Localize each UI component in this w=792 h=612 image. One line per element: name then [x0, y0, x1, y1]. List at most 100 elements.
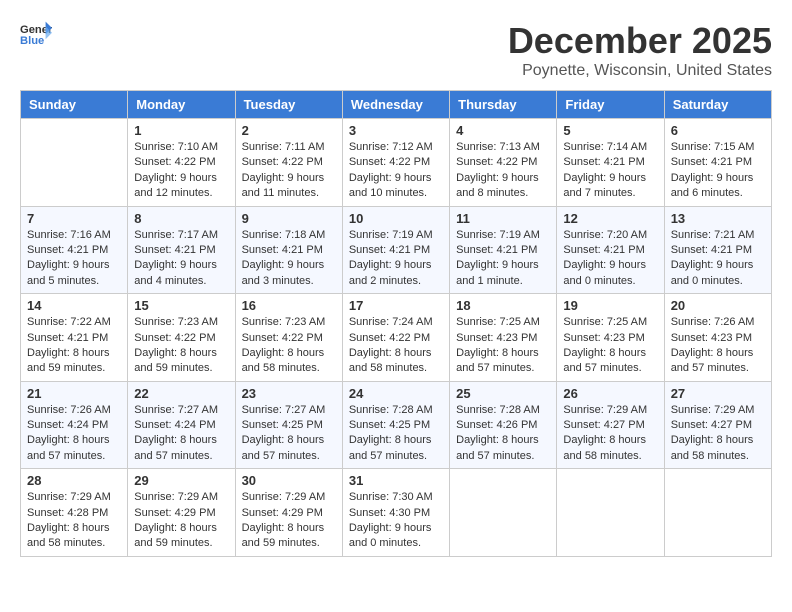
- cell-text: and 57 minutes.: [671, 361, 765, 376]
- cell-text: and 58 minutes.: [242, 361, 336, 376]
- calendar-cell: 21Sunrise: 7:26 AMSunset: 4:24 PMDayligh…: [21, 381, 128, 469]
- cell-text: and 59 minutes.: [134, 536, 228, 551]
- cell-text: and 11 minutes.: [242, 186, 336, 201]
- day-number: 2: [242, 123, 336, 138]
- calendar-cell: [664, 469, 771, 557]
- day-number: 6: [671, 123, 765, 138]
- day-number: 13: [671, 211, 765, 226]
- calendar-cell: 25Sunrise: 7:28 AMSunset: 4:26 PMDayligh…: [450, 381, 557, 469]
- day-number: 22: [134, 386, 228, 401]
- cell-text: Sunrise: 7:19 AM: [349, 228, 443, 243]
- cell-text: Sunset: 4:29 PM: [242, 506, 336, 521]
- cell-text: and 0 minutes.: [349, 536, 443, 551]
- day-number: 1: [134, 123, 228, 138]
- day-of-week-header: Sunday: [21, 91, 128, 119]
- cell-text: Daylight: 9 hours: [563, 171, 657, 186]
- day-number: 11: [456, 211, 550, 226]
- cell-text: Sunset: 4:22 PM: [349, 331, 443, 346]
- day-number: 27: [671, 386, 765, 401]
- cell-text: Sunset: 4:26 PM: [456, 418, 550, 433]
- cell-text: and 5 minutes.: [27, 274, 121, 289]
- day-number: 14: [27, 298, 121, 313]
- cell-text: Daylight: 9 hours: [242, 171, 336, 186]
- cell-text: and 58 minutes.: [671, 449, 765, 464]
- cell-text: Daylight: 9 hours: [349, 258, 443, 273]
- cell-text: and 6 minutes.: [671, 186, 765, 201]
- calendar-cell: 4Sunrise: 7:13 AMSunset: 4:22 PMDaylight…: [450, 119, 557, 207]
- cell-text: Daylight: 8 hours: [563, 433, 657, 448]
- cell-text: Daylight: 8 hours: [134, 433, 228, 448]
- cell-text: Sunrise: 7:15 AM: [671, 140, 765, 155]
- cell-text: Daylight: 8 hours: [242, 433, 336, 448]
- cell-text: Sunrise: 7:11 AM: [242, 140, 336, 155]
- cell-text: Sunrise: 7:29 AM: [27, 490, 121, 505]
- calendar-week-row: 28Sunrise: 7:29 AMSunset: 4:28 PMDayligh…: [21, 469, 772, 557]
- day-of-week-header: Tuesday: [235, 91, 342, 119]
- cell-text: Sunset: 4:30 PM: [349, 506, 443, 521]
- cell-text: Sunrise: 7:13 AM: [456, 140, 550, 155]
- cell-text: Sunset: 4:23 PM: [563, 331, 657, 346]
- calendar-cell: 30Sunrise: 7:29 AMSunset: 4:29 PMDayligh…: [235, 469, 342, 557]
- day-number: 25: [456, 386, 550, 401]
- cell-text: Sunrise: 7:23 AM: [242, 315, 336, 330]
- calendar-cell: 17Sunrise: 7:24 AMSunset: 4:22 PMDayligh…: [342, 294, 449, 382]
- cell-text: Sunset: 4:21 PM: [671, 243, 765, 258]
- cell-text: Sunrise: 7:12 AM: [349, 140, 443, 155]
- cell-text: and 1 minute.: [456, 274, 550, 289]
- cell-text: Daylight: 9 hours: [27, 258, 121, 273]
- calendar-cell: 19Sunrise: 7:25 AMSunset: 4:23 PMDayligh…: [557, 294, 664, 382]
- calendar-cell: 8Sunrise: 7:17 AMSunset: 4:21 PMDaylight…: [128, 206, 235, 294]
- cell-text: Daylight: 9 hours: [671, 258, 765, 273]
- cell-text: Sunrise: 7:27 AM: [242, 403, 336, 418]
- cell-text: Sunset: 4:21 PM: [349, 243, 443, 258]
- cell-text: Sunrise: 7:24 AM: [349, 315, 443, 330]
- calendar-cell: 29Sunrise: 7:29 AMSunset: 4:29 PMDayligh…: [128, 469, 235, 557]
- calendar-cell: 14Sunrise: 7:22 AMSunset: 4:21 PMDayligh…: [21, 294, 128, 382]
- title-area: December 2025 Poynette, Wisconsin, Unite…: [508, 20, 772, 80]
- calendar-table: SundayMondayTuesdayWednesdayThursdayFrid…: [20, 90, 772, 557]
- cell-text: Sunset: 4:25 PM: [242, 418, 336, 433]
- calendar-header-row: SundayMondayTuesdayWednesdayThursdayFrid…: [21, 91, 772, 119]
- cell-text: Sunrise: 7:23 AM: [134, 315, 228, 330]
- cell-text: Sunrise: 7:27 AM: [134, 403, 228, 418]
- cell-text: and 10 minutes.: [349, 186, 443, 201]
- cell-text: and 59 minutes.: [242, 536, 336, 551]
- cell-text: Daylight: 8 hours: [671, 433, 765, 448]
- day-number: 15: [134, 298, 228, 313]
- cell-text: and 7 minutes.: [563, 186, 657, 201]
- cell-text: Sunrise: 7:28 AM: [349, 403, 443, 418]
- cell-text: Sunrise: 7:19 AM: [456, 228, 550, 243]
- cell-text: Sunrise: 7:21 AM: [671, 228, 765, 243]
- cell-text: and 57 minutes.: [27, 449, 121, 464]
- calendar-cell: 31Sunrise: 7:30 AMSunset: 4:30 PMDayligh…: [342, 469, 449, 557]
- day-number: 24: [349, 386, 443, 401]
- calendar-week-row: 14Sunrise: 7:22 AMSunset: 4:21 PMDayligh…: [21, 294, 772, 382]
- calendar-cell: [557, 469, 664, 557]
- cell-text: and 58 minutes.: [27, 536, 121, 551]
- calendar-cell: [21, 119, 128, 207]
- cell-text: Daylight: 8 hours: [27, 521, 121, 536]
- cell-text: Sunset: 4:21 PM: [27, 331, 121, 346]
- cell-text: Daylight: 9 hours: [456, 258, 550, 273]
- day-of-week-header: Wednesday: [342, 91, 449, 119]
- cell-text: Sunset: 4:21 PM: [456, 243, 550, 258]
- cell-text: Sunrise: 7:29 AM: [134, 490, 228, 505]
- logo: General Blue: [20, 20, 52, 48]
- cell-text: and 59 minutes.: [134, 361, 228, 376]
- day-number: 17: [349, 298, 443, 313]
- day-of-week-header: Thursday: [450, 91, 557, 119]
- calendar-cell: 18Sunrise: 7:25 AMSunset: 4:23 PMDayligh…: [450, 294, 557, 382]
- cell-text: Sunrise: 7:26 AM: [671, 315, 765, 330]
- cell-text: Daylight: 9 hours: [134, 171, 228, 186]
- cell-text: and 0 minutes.: [563, 274, 657, 289]
- calendar-cell: 15Sunrise: 7:23 AMSunset: 4:22 PMDayligh…: [128, 294, 235, 382]
- cell-text: Daylight: 8 hours: [27, 346, 121, 361]
- day-number: 30: [242, 473, 336, 488]
- cell-text: Sunrise: 7:25 AM: [456, 315, 550, 330]
- day-number: 3: [349, 123, 443, 138]
- cell-text: Sunrise: 7:29 AM: [242, 490, 336, 505]
- cell-text: Sunset: 4:22 PM: [349, 155, 443, 170]
- day-number: 8: [134, 211, 228, 226]
- calendar-cell: 11 Sunrise: 7:19 AMSunset: 4:21 PMDayligh…: [450, 206, 557, 294]
- calendar-cell: 10Sunrise: 7:19 AMSunset: 4:21 PMDayligh…: [342, 206, 449, 294]
